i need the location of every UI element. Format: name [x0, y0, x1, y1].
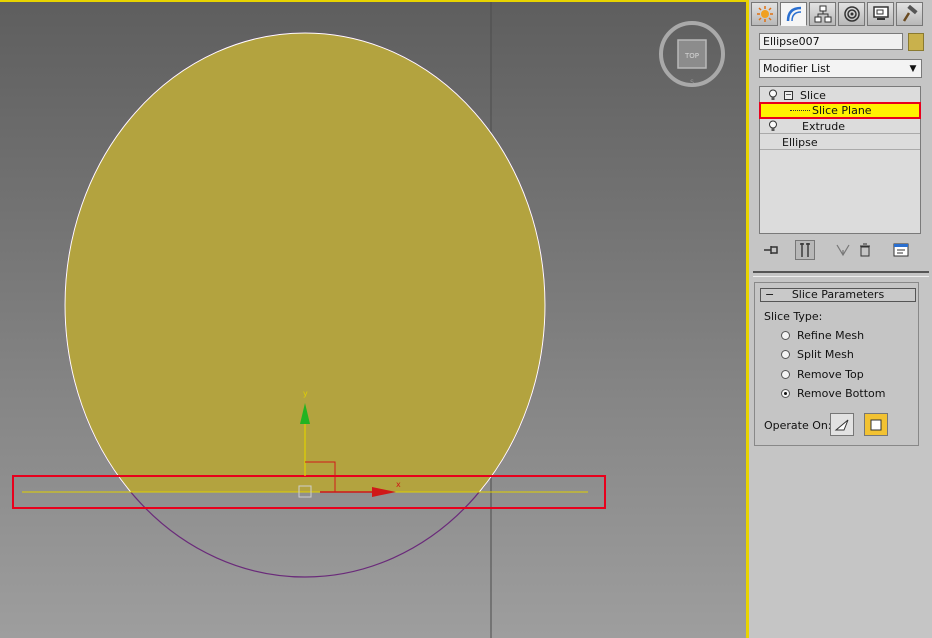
stack-item-label: Slice Plane: [812, 104, 872, 117]
polygon-face-icon: [870, 419, 882, 430]
stack-item-label: Ellipse: [782, 136, 818, 149]
display-tab[interactable]: [867, 2, 894, 26]
operate-on-polygon-button[interactable]: [864, 413, 888, 436]
lightbulb-icon[interactable]: [768, 120, 778, 132]
radio-button[interactable]: [781, 350, 790, 359]
radio-label: Remove Bottom: [797, 387, 886, 400]
sun-icon: [756, 6, 773, 22]
motion-icon: [843, 6, 860, 22]
hierarchy-icon: [814, 5, 831, 23]
object-name-field[interactable]: Ellipse007: [759, 33, 903, 50]
radio-button[interactable]: [781, 370, 790, 379]
configure-sets-icon[interactable]: [891, 240, 911, 260]
modifier-list-dropdown[interactable]: Modifier List ▼: [759, 59, 922, 78]
viewcube-label: TOP: [684, 52, 699, 60]
triangle-face-icon: [834, 419, 849, 430]
gizmo-y-label: y: [303, 389, 308, 398]
slice-parameters-rollout: − Slice Parameters Slice Type: Refine Me…: [754, 282, 919, 446]
motion-tab[interactable]: [838, 2, 865, 26]
ellipse-sliced-shape[interactable]: [64, 32, 546, 577]
command-panel: Ellipse007 Modifier List ▼ − Slice Slice…: [749, 0, 932, 638]
viewport-canvas[interactable]: y x: [0, 0, 746, 638]
utilities-tab[interactable]: [896, 2, 923, 26]
display-icon: [872, 6, 889, 20]
modifier-list-label: Modifier List: [763, 62, 831, 75]
hammer-icon: [902, 5, 918, 22]
stack-item-ellipse[interactable]: Ellipse: [760, 135, 920, 150]
stack-toolbar: [759, 238, 924, 262]
radio-remove-top[interactable]: Remove Top: [781, 368, 864, 381]
stack-item-slice[interactable]: − Slice: [760, 88, 920, 103]
pin-stack-icon[interactable]: [761, 240, 781, 260]
make-unique-icon[interactable]: [833, 240, 853, 260]
collapse-minus-icon: −: [765, 288, 775, 301]
viewport-active-border-top: [0, 0, 749, 2]
chevron-down-icon[interactable]: ▼: [905, 60, 921, 77]
operate-on-label: Operate On:: [764, 419, 832, 432]
stack-item-slice-plane[interactable]: Slice Plane: [759, 102, 921, 119]
lightbulb-icon[interactable]: [768, 89, 778, 101]
rollout-title: Slice Parameters: [791, 288, 885, 301]
hierarchy-tab[interactable]: [809, 2, 836, 26]
remove-modifier-icon[interactable]: [855, 240, 875, 260]
slice-type-label: Slice Type:: [764, 310, 823, 323]
viewport-top[interactable]: y x TOP S: [0, 0, 746, 638]
stack-item-extrude[interactable]: Extrude: [760, 119, 920, 134]
radio-label: Split Mesh: [797, 348, 854, 361]
bend-icon: [786, 6, 801, 22]
panel-divider: [753, 271, 929, 277]
operate-on-face-button[interactable]: [830, 413, 854, 436]
radio-label: Remove Top: [797, 368, 864, 381]
radio-remove-bottom[interactable]: Remove Bottom: [781, 387, 885, 400]
radio-button[interactable]: [781, 389, 790, 398]
stack-item-label: Slice: [800, 89, 826, 102]
viewcube[interactable]: TOP S: [658, 20, 726, 88]
gizmo-x-label: x: [396, 480, 401, 489]
modify-tab[interactable]: [780, 2, 807, 26]
show-end-result-icon[interactable]: [795, 240, 815, 260]
tree-connector: [790, 110, 810, 111]
collapse-minus-icon[interactable]: −: [784, 91, 793, 100]
radio-split-mesh[interactable]: Split Mesh: [781, 348, 854, 361]
rollout-header[interactable]: − Slice Parameters: [760, 288, 916, 302]
stack-item-label: Extrude: [802, 120, 846, 133]
radio-button[interactable]: [781, 331, 790, 340]
radio-label: Refine Mesh: [797, 329, 865, 342]
modifier-stack[interactable]: − Slice Slice Plane Extrude Ellipse: [759, 86, 921, 234]
create-tab[interactable]: [751, 2, 778, 26]
object-color-swatch[interactable]: [908, 33, 924, 51]
viewcube-south-marker: S: [690, 79, 694, 86]
command-panel-tabs: [751, 2, 925, 28]
radio-refine-mesh[interactable]: Refine Mesh: [781, 329, 864, 342]
